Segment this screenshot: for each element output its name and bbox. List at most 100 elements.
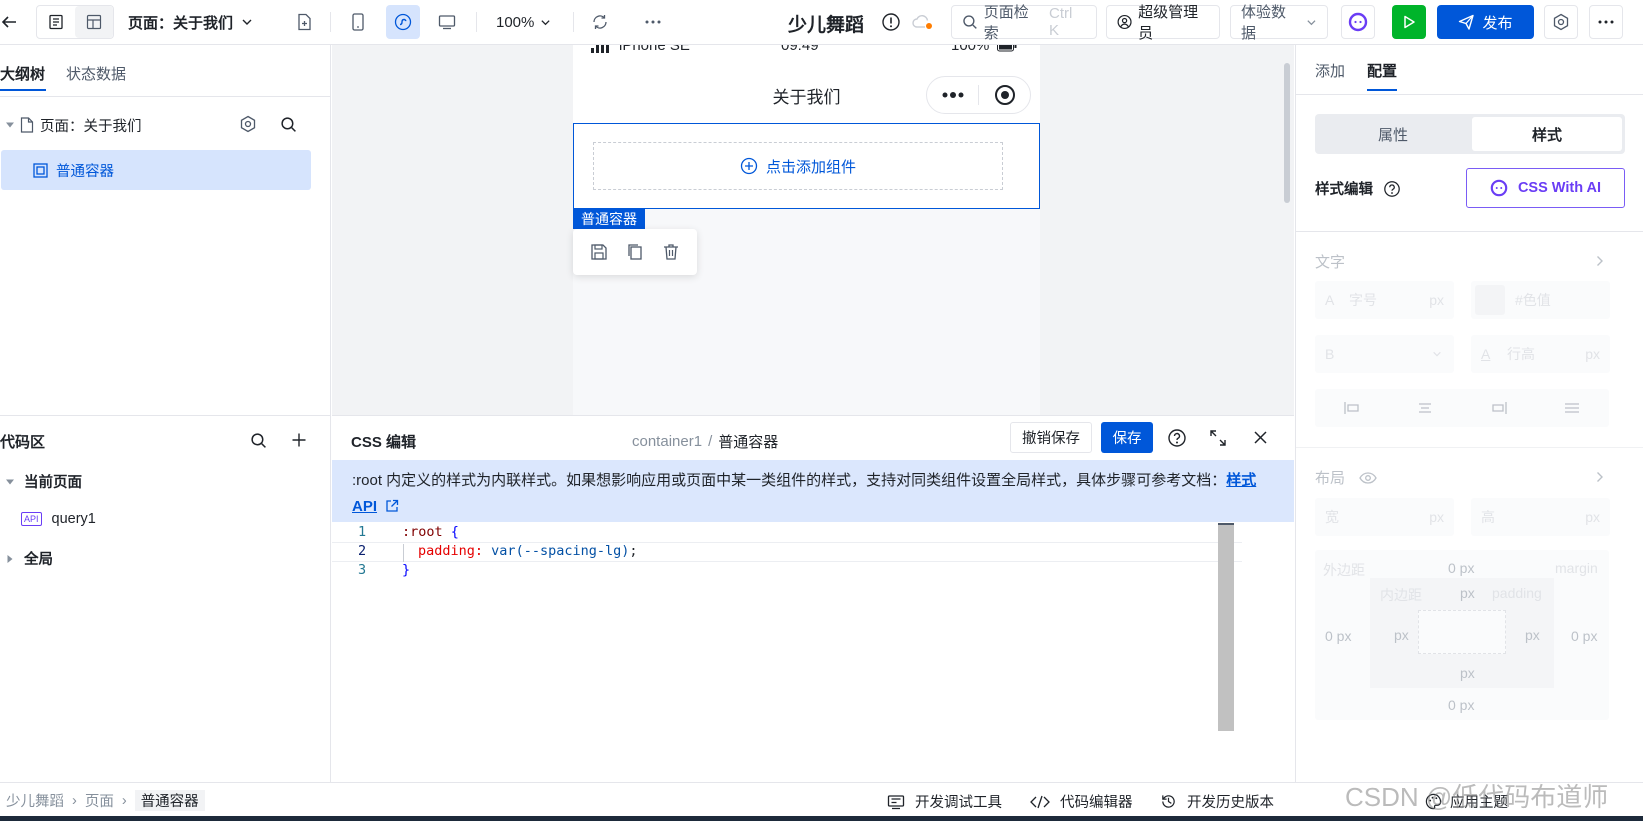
refresh-icon[interactable] (583, 5, 617, 39)
close-icon[interactable] (1253, 430, 1268, 445)
caret-down-icon[interactable] (6, 121, 14, 129)
notice-link-style[interactable]: 样式 (1226, 472, 1256, 489)
code-line-2: padding: var(--spacing-lg); (418, 543, 638, 559)
help-icon[interactable] (1167, 428, 1187, 448)
color-field[interactable]: #色值 (1471, 281, 1610, 319)
zoom-select[interactable]: 100% (496, 8, 551, 36)
breadcrumb: 少儿舞蹈 › 页面 › 普通容器 (6, 790, 205, 811)
semicolon: ; (629, 543, 638, 559)
padding-bottom-value[interactable]: px (1460, 665, 1475, 681)
color-swatch[interactable] (1475, 285, 1505, 315)
tab-outline-tree[interactable]: 大纲树 (0, 63, 45, 84)
play-icon (1404, 15, 1415, 29)
seg-properties[interactable]: 属性 (1318, 117, 1468, 151)
seg-style[interactable]: 样式 (1472, 117, 1622, 151)
settings-button[interactable] (1544, 5, 1578, 39)
css-with-ai-button[interactable]: CSS With AI (1466, 168, 1625, 208)
divider (1296, 447, 1643, 448)
publish-button[interactable]: 发布 (1437, 5, 1534, 39)
padding-left-value[interactable]: px (1394, 627, 1409, 643)
code-editor-button[interactable]: 代码编辑器 (1030, 791, 1133, 812)
layout-view-icon[interactable] (75, 6, 113, 38)
tab-add[interactable]: 添加 (1315, 60, 1345, 81)
status-bar: 少儿舞蹈 › 页面 › 普通容器 开发调试工具 代码编辑器 开发历史版本 应用主… (0, 782, 1643, 821)
back-arrow-icon[interactable] (0, 5, 26, 39)
more-menu-button[interactable] (1589, 5, 1623, 39)
page-view-icon[interactable] (37, 6, 75, 38)
ai-assistant-button[interactable] (1341, 5, 1375, 39)
notice-link-api[interactable]: API (352, 498, 377, 515)
breadcrumb-app[interactable]: 少儿舞蹈 (6, 790, 64, 811)
current-page-group[interactable]: 当前页面 (6, 471, 82, 492)
dev-tools-label: 开发调试工具 (915, 795, 1002, 811)
divider (573, 12, 574, 32)
page-selector[interactable]: 页面：关于我们 (128, 8, 253, 36)
page-search-input[interactable]: 页面检索 Ctrl K (951, 4, 1097, 42)
info-icon[interactable] (874, 5, 908, 39)
delete-icon[interactable] (662, 243, 680, 261)
selected-container[interactable]: 点击添加组件 (573, 123, 1040, 209)
more-icon[interactable] (636, 5, 670, 39)
chevron-right-icon[interactable] (1596, 471, 1604, 483)
copy-icon[interactable] (626, 243, 644, 261)
chevron-right-icon[interactable] (1596, 255, 1604, 267)
search-icon[interactable] (280, 116, 297, 133)
save-template-icon[interactable] (590, 243, 608, 261)
add-icon[interactable] (291, 432, 307, 448)
margin-bottom-value[interactable]: 0 px (1448, 697, 1474, 713)
search-icon[interactable] (250, 432, 267, 449)
data-env-select[interactable]: 体验数据 (1230, 4, 1328, 42)
add-page-icon[interactable] (287, 5, 321, 39)
history-button[interactable]: 开发历史版本 (1160, 791, 1274, 812)
query-item[interactable]: API query1 (21, 511, 96, 527)
code-scrollbar[interactable] (1218, 523, 1234, 731)
line-height-field[interactable]: A 行高 px (1471, 335, 1610, 373)
expand-icon[interactable] (1209, 429, 1227, 447)
user-role-button[interactable]: 超级管理员 (1106, 4, 1220, 42)
revert-save-button[interactable]: 撤销保存 (1010, 422, 1092, 453)
top-toolbar: 页面：关于我们 100% 少儿舞蹈 页面检索 Ctrl K 超级管理员 体验数据… (0, 0, 1643, 45)
tree-node-page[interactable]: 页面：关于我们 (6, 113, 142, 137)
search-placeholder: 页面检索 (983, 4, 1029, 42)
height-field[interactable]: 高 px (1471, 498, 1610, 536)
add-component-placeholder[interactable]: 点击添加组件 (593, 142, 1003, 190)
tree-node-container[interactable]: 普通容器 (1, 150, 311, 190)
page-settings-icon[interactable] (239, 115, 257, 133)
external-link-icon[interactable] (385, 499, 399, 513)
desktop-device-icon[interactable] (430, 5, 464, 39)
outline-panel: 大纲树 状态数据 页面：关于我们 普通容器 (0, 45, 331, 415)
margin-right-value[interactable]: 0 px (1571, 628, 1597, 644)
breadcrumb-page[interactable]: 页面 (85, 790, 114, 811)
padding-top-value[interactable]: px (1460, 585, 1475, 601)
line-number: 1 (358, 524, 367, 540)
dev-tools-button[interactable]: 开发调试工具 (887, 791, 1002, 812)
divider (1296, 94, 1643, 95)
unit: px (1429, 292, 1444, 308)
margin-top-value[interactable]: 0 px (1448, 560, 1474, 576)
padding-right-value[interactable]: px (1525, 627, 1540, 643)
font-size-field[interactable]: A 字号 px (1315, 281, 1454, 319)
help-icon[interactable] (1383, 180, 1401, 198)
notice-text: :root 内定义的样式为内联样式。如果想影响应用或页面中某一类组件的样式，支持… (352, 472, 1227, 489)
align-justify-icon[interactable] (1564, 401, 1580, 415)
align-left-icon[interactable] (1344, 401, 1360, 415)
eye-icon[interactable] (1359, 471, 1377, 484)
align-center-icon[interactable] (1417, 401, 1433, 415)
canvas-scrollbar[interactable] (1284, 63, 1290, 203)
width-field[interactable]: 宽 px (1315, 498, 1454, 536)
run-preview-button[interactable] (1392, 5, 1426, 39)
miniprogram-device-icon[interactable] (386, 5, 420, 39)
tab-config[interactable]: 配置 (1367, 60, 1397, 81)
mobile-device-icon[interactable] (341, 5, 375, 39)
tab-state-data[interactable]: 状态数据 (66, 63, 126, 84)
breadcrumb-component[interactable]: 普通容器 (134, 790, 205, 811)
style-edit-label: 样式编辑 (1315, 182, 1373, 198)
global-group[interactable]: 全局 (6, 548, 53, 569)
margin-left-value[interactable]: 0 px (1325, 628, 1351, 644)
font-weight-select[interactable]: B (1315, 335, 1454, 373)
align-right-icon[interactable] (1491, 401, 1507, 415)
save-button[interactable]: 保存 (1101, 422, 1153, 453)
text-align-group[interactable] (1315, 389, 1609, 427)
query-label: query1 (51, 511, 96, 527)
code-editor[interactable]: 1 2 3 :root { padding: var(--spacing-lg)… (332, 523, 1262, 783)
